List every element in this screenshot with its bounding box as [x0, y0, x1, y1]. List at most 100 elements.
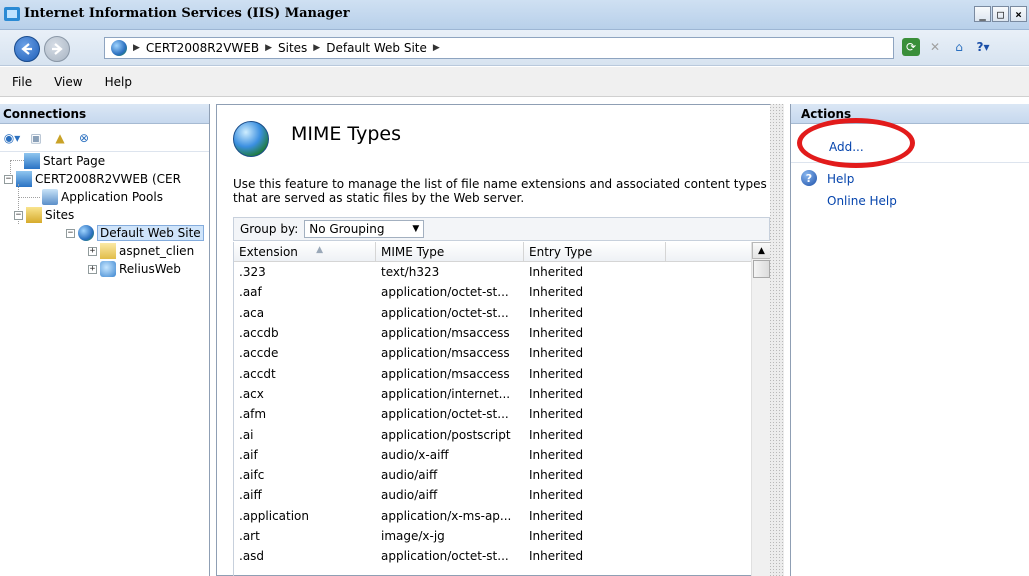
- table-row[interactable]: .acx application/internet... Inherited: [234, 384, 751, 404]
- extension-cell: .accdt: [239, 366, 276, 381]
- crumb-server[interactable]: CERT2008R2VWEB: [146, 41, 259, 55]
- page-title: MIME Types: [291, 123, 401, 145]
- address-breadcrumb[interactable]: ▶ CERT2008R2VWEB ▶ Sites ▶ Default Web S…: [104, 37, 894, 59]
- entry-type-cell: Inherited: [529, 529, 584, 543]
- online-help-link[interactable]: Online Help: [827, 194, 897, 208]
- mime-type-cell: audio/aiff: [381, 488, 438, 503]
- table-row[interactable]: .aca application/octet-st... Inherited: [234, 303, 751, 323]
- chevron-right-icon[interactable]: ▶: [133, 43, 140, 53]
- up-folder-icon[interactable]: ▲: [50, 129, 70, 147]
- entry-type-cell: Inherited: [529, 508, 584, 523]
- chevron-right-icon[interactable]: ▶: [433, 43, 440, 53]
- table-row[interactable]: .accde application/msaccess Inherited: [234, 343, 751, 363]
- tree-default-web-site[interactable]: − Default Web Site: [66, 224, 204, 242]
- scroll-thumb[interactable]: [753, 260, 770, 278]
- table-row[interactable]: .323 text/h323 Inherited: [234, 262, 751, 282]
- column-filler: [666, 242, 751, 262]
- table-row[interactable]: .accdb application/msaccess Inherited: [234, 323, 751, 343]
- table-row[interactable]: .ai application/postscript Inherited: [234, 424, 751, 444]
- close-button[interactable]: ×: [1010, 6, 1027, 22]
- column-mime-type[interactable]: MIME Type: [376, 242, 524, 262]
- table-row[interactable]: .aaf application/octet-st... Inherited: [234, 282, 751, 302]
- website-globe-icon: [78, 225, 94, 241]
- extension-cell: .accde: [239, 346, 279, 361]
- menu-file[interactable]: File: [12, 75, 32, 89]
- entry-type-cell: Inherited: [529, 488, 584, 503]
- help-link[interactable]: Help: [827, 172, 854, 186]
- tree-application-pools[interactable]: Application Pools: [42, 188, 163, 206]
- expand-icon[interactable]: +: [88, 246, 97, 256]
- forward-button[interactable]: [44, 36, 70, 62]
- collapse-icon[interactable]: −: [4, 174, 13, 184]
- tree-server[interactable]: − CERT2008R2VWEB (CER: [4, 170, 181, 188]
- entry-type-cell: Inherited: [529, 346, 584, 361]
- group-by-select[interactable]: No Grouping ▼: [304, 220, 425, 238]
- maximize-button[interactable]: □: [992, 6, 1009, 22]
- mime-type-cell: audio/x-aiff: [381, 447, 449, 462]
- collapse-icon[interactable]: −: [14, 210, 23, 220]
- table-row[interactable]: .application application/x-ms-ap... Inheri…: [234, 506, 751, 526]
- menu-help[interactable]: Help: [105, 75, 132, 89]
- extension-cell: .aiff: [239, 488, 262, 503]
- tree-sites[interactable]: − Sites: [14, 206, 74, 224]
- entry-type-cell: Inherited: [529, 447, 584, 462]
- expand-icon[interactable]: +: [88, 264, 97, 274]
- menu-view[interactable]: View: [54, 75, 82, 89]
- table-row[interactable]: .art image/x-jg Inherited: [234, 526, 751, 546]
- sort-ascending-icon: ▲: [316, 245, 323, 255]
- table-row[interactable]: .asd application/octet-st... Inherited: [234, 546, 751, 566]
- extension-cell: .aif: [239, 447, 258, 462]
- mime-types-list: Extension ▲ MIME Type Entry Type .323 tex…: [233, 242, 770, 576]
- extension-cell: .acx: [239, 386, 264, 401]
- mime-types-feature: MIME Types Use this feature to manage th…: [216, 104, 784, 576]
- extension-cell: .accdb: [239, 326, 279, 341]
- delete-connection-icon[interactable]: ⊗: [74, 129, 94, 147]
- group-by-bar: Group by: No Grouping ▼: [233, 217, 770, 241]
- table-row[interactable]: .aif audio/x-aiff Inherited: [234, 445, 751, 465]
- column-entry-type[interactable]: Entry Type: [524, 242, 666, 262]
- title-bar: Internet Information Services (IIS) Mana…: [0, 0, 1029, 30]
- tree-start-page[interactable]: Start Page: [24, 152, 105, 170]
- crumb-sites[interactable]: Sites: [278, 41, 307, 55]
- application-pools-icon: [42, 189, 58, 205]
- extension-cell: .323: [239, 265, 266, 280]
- chevron-right-icon[interactable]: ▶: [265, 43, 272, 53]
- refresh-icon[interactable]: ⟳: [902, 38, 920, 56]
- table-row[interactable]: .aiff audio/aiff Inherited: [234, 485, 751, 505]
- address-tools: ⟳ ✕ ⌂ ?▾: [902, 38, 992, 56]
- scroll-up-icon[interactable]: ▲: [752, 242, 770, 259]
- connections-toolbar: ◉▾ ▣ ▲ ⊗: [0, 124, 209, 152]
- home-icon[interactable]: ⌂: [950, 38, 968, 56]
- table-row[interactable]: .accdt application/msaccess Inherited: [234, 363, 751, 383]
- minimize-button[interactable]: _: [974, 6, 991, 22]
- web-application-icon: [100, 261, 116, 277]
- connections-pane: Connections ◉▾ ▣ ▲ ⊗ Start Page − CERT20…: [0, 104, 210, 576]
- highlight-ellipse: [797, 118, 915, 168]
- connect-icon[interactable]: ◉▾: [2, 129, 22, 147]
- collapse-icon[interactable]: −: [66, 228, 75, 238]
- entry-type-cell: Inherited: [529, 407, 584, 422]
- mime-type-cell: application/msaccess: [381, 366, 510, 381]
- chevron-right-icon[interactable]: ▶: [313, 43, 320, 53]
- address-bar: ▶ CERT2008R2VWEB ▶ Sites ▶ Default Web S…: [0, 30, 1029, 66]
- back-button[interactable]: [14, 36, 40, 62]
- pane-splitter[interactable]: [770, 104, 784, 576]
- window-controls: _ □ ×: [974, 6, 1027, 22]
- tree-reliusweb[interactable]: + ReliusWeb: [88, 260, 181, 278]
- forward-arrow-icon: [52, 43, 63, 55]
- mime-type-cell: application/octet-st...: [381, 285, 509, 300]
- column-extension[interactable]: Extension ▲: [234, 242, 376, 262]
- stop-icon[interactable]: ✕: [926, 38, 944, 56]
- tree-aspnet-client[interactable]: + aspnet_clien: [88, 242, 194, 260]
- extension-cell: .art: [239, 529, 260, 543]
- table-row[interactable]: .afm application/octet-st... Inherited: [234, 404, 751, 424]
- vertical-scrollbar[interactable]: ▲: [751, 242, 770, 576]
- entry-type-cell: Inherited: [529, 326, 584, 341]
- table-row[interactable]: .aifc audio/aiff Inherited: [234, 465, 751, 485]
- save-icon[interactable]: ▣: [26, 129, 46, 147]
- mime-type-cell: image/x-jg: [381, 529, 445, 543]
- chevron-down-icon: ▼: [412, 224, 420, 234]
- crumb-default-web-site[interactable]: Default Web Site: [326, 41, 427, 55]
- help-dropdown-icon[interactable]: ?▾: [974, 38, 992, 56]
- mime-type-cell: application/postscript: [381, 427, 511, 442]
